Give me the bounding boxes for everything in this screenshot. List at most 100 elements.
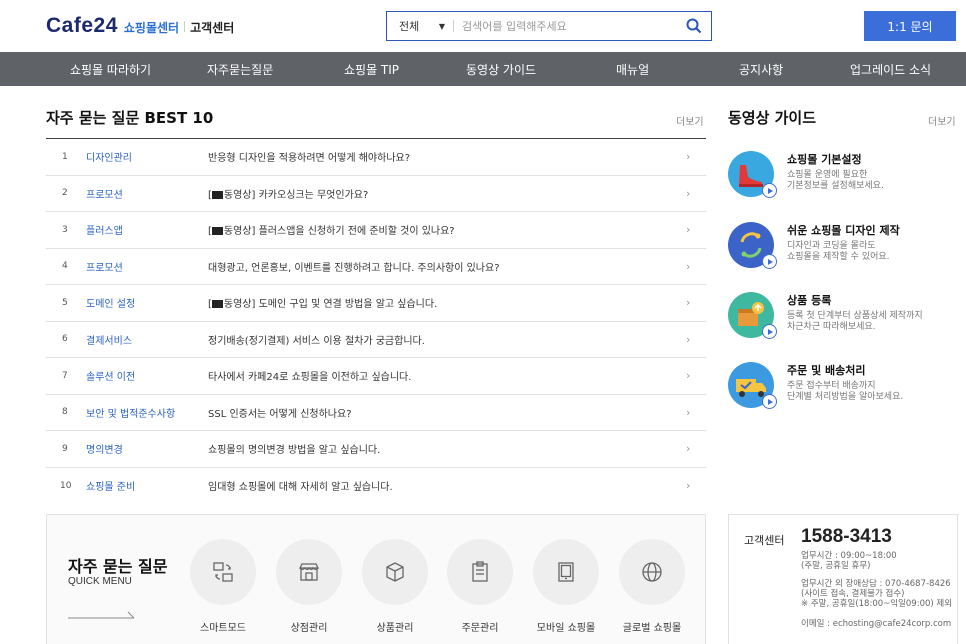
faq-num: 3 (62, 224, 68, 235)
customer-center-phone[interactable]: 1588-3413 (801, 526, 892, 548)
faq-question-text: 플러스앱을 신청하기 전에 준비할 것이 있나요? (255, 226, 455, 238)
nav-item-notice[interactable]: 공지사항 (739, 52, 783, 86)
faq-question-text: 타사에서 카페24로 쇼핑몰을 이전하고 싶습니다. (208, 372, 412, 384)
chevron-right-icon: › (686, 332, 691, 346)
globe-icon (619, 539, 685, 605)
faq-question[interactable]: SSL 인증서는 어떻게 신청하나요? (208, 405, 686, 420)
faq-row[interactable]: 9 명의변경 쇼핑몰의 명의변경 방법을 알고 싶습니다. › (46, 431, 706, 468)
video-guide-item[interactable]: 주문 및 배송처리 주문 접수부터 배송까지 단계별 처리방법을 알아보세요. (728, 362, 958, 422)
cc-hours: 업무시간 : 09:00~18:00 (801, 551, 897, 561)
faq-question[interactable]: 임대형 쇼핑몰에 대해 자세히 알고 싶습니다. (208, 478, 686, 493)
nav-item-manual[interactable]: 매뉴얼 (616, 52, 649, 86)
quick-menu-item-store[interactable]: 상점관리 (273, 539, 345, 634)
faq-question[interactable]: 쇼핑몰의 명의변경 방법을 알고 싶습니다. (208, 441, 686, 456)
nav-item-faq[interactable]: 자주묻는질문 (207, 52, 273, 86)
faq-category[interactable]: 프로모션 (86, 259, 208, 274)
faq-prefix: 동영상] (223, 189, 256, 201)
faq-num: 7 (62, 370, 68, 381)
faq-row[interactable]: 6 결제서비스 정기배송(정기결제) 서비스 이용 절차가 궁금합니다. › (46, 322, 706, 358)
faq-row[interactable]: 7 솔루션 이전 타사에서 카페24로 쇼핑몰을 이전하고 싶습니다. › (46, 358, 706, 395)
video-guide-item[interactable]: 쇼핑몰 기본설정 쇼핑몰 운영에 필요한 기본정보를 설정해보세요. (728, 151, 958, 211)
faq-row[interactable]: 2 프로모션 [동영상] 카카오싱크는 무엇인가요? › (46, 176, 706, 212)
play-icon[interactable] (762, 183, 777, 198)
faq-question-text: 반응형 디자인을 적용하려면 어떻게 해야하나요? (208, 153, 411, 165)
cc-after-hours-note: (사이트 접속, 결제불가 접수) (801, 589, 905, 599)
logo-divider (184, 21, 186, 32)
clapper-icon (211, 227, 223, 236)
faq-row[interactable]: 8 보안 및 법적준수사항 SSL 인증서는 어떻게 신청하나요? › (46, 395, 706, 431)
quick-menu-label: 글로벌 쇼핑몰 (622, 623, 682, 634)
logo-sub2[interactable]: 고객센터 (190, 19, 234, 36)
chevron-right-icon: › (686, 405, 691, 419)
faq-category[interactable]: 플러스앱 (86, 222, 208, 237)
one-to-one-inquiry-button[interactable]: 1:1 문의 (864, 11, 956, 41)
quick-menu-item-mobile[interactable]: 모바일 쇼핑몰 (530, 539, 602, 634)
faq-num: 10 (60, 480, 72, 491)
faq-category[interactable]: 쇼핑몰 준비 (86, 478, 208, 493)
faq-category[interactable]: 프로모션 (86, 186, 208, 201)
faq-row[interactable]: 4 프로모션 대형광고, 언론홍보, 이벤트를 진행하려고 합니다. 주의사항이… (46, 249, 706, 285)
clipboard-icon (447, 539, 513, 605)
faq-question[interactable]: 반응형 디자인을 적용하려면 어떻게 해야하나요? (208, 149, 686, 164)
play-icon[interactable] (762, 394, 777, 409)
logo-sub[interactable]: 쇼핑몰센터 (124, 19, 179, 36)
search-input[interactable] (454, 19, 677, 33)
video-guide-desc-line: 주문 접수부터 배송까지 (787, 381, 876, 391)
box-icon (362, 539, 428, 605)
video-guide-desc-line: 쇼핑몰 운영에 필요한 (787, 170, 868, 180)
faq-question[interactable]: [동영상] 카카오싱크는 무엇인가요? (208, 186, 686, 201)
quick-menu-item-order[interactable]: 주문관리 (444, 539, 516, 634)
cc-email[interactable]: 이메일 : echosting@cafe24corp.com (801, 619, 951, 629)
faq-prefix: 동영상] (223, 226, 256, 238)
faq-row[interactable]: 10 쇼핑몰 준비 임대형 쇼핑몰에 대해 자세히 알고 싶습니다. › (46, 468, 706, 505)
nav-item-video[interactable]: 동영상 가이드 (466, 52, 536, 86)
play-icon[interactable] (762, 324, 777, 339)
faq-question-text: 임대형 쇼핑몰에 대해 자세히 알고 싶습니다. (208, 482, 393, 494)
cc-hours-note: (주말, 공휴일 휴무) (801, 561, 871, 571)
faq-category[interactable]: 디자인관리 (86, 149, 208, 164)
video-guide-item[interactable]: 상품 등록 등록 첫 단계부터 상품상세 제작까지 차근차근 따라해보세요. (728, 292, 958, 352)
faq-category[interactable]: 결제서비스 (86, 332, 208, 347)
faq-question-text: 도메인 구입 및 연결 방법을 알고 싶습니다. (255, 299, 438, 311)
quick-menu-label: 상점관리 (290, 623, 328, 634)
play-icon[interactable] (762, 254, 777, 269)
faq-question[interactable]: [동영상] 플러스앱을 신청하기 전에 준비할 것이 있나요? (208, 222, 686, 237)
faq-question[interactable]: 정기배송(정기결제) 서비스 이용 절차가 궁금합니다. (208, 332, 686, 347)
faq-question-text: SSL 인증서는 어떻게 신청하나요? (208, 408, 352, 420)
nav-item-tip[interactable]: 쇼핑몰 TIP (344, 52, 399, 86)
faq-row[interactable]: 1 디자인관리 반응형 디자인을 적용하려면 어떻게 해야하나요? › (46, 139, 706, 176)
search-category-value: 전체 (399, 20, 420, 33)
quick-menu: 자주 묻는 질문 QUICK MENU 스마트모드 상점관리 상품관리 주문관리… (46, 514, 706, 644)
quick-menu-label: 주문관리 (461, 623, 499, 634)
video-guide-item[interactable]: 쉬운 쇼핑몰 디자인 제작 디자인과 코딩을 몰라도 쇼핑몰을 제작할 수 있어요… (728, 222, 958, 282)
customer-center: 고객센터 1588-3413 업무시간 : 09:00~18:00 (주말, 공… (728, 514, 958, 644)
quick-menu-title: 자주 묻는 질문 (68, 557, 168, 576)
faq-row[interactable]: 5 도메인 설정 [동영상] 도메인 구입 및 연결 방법을 알고 싶습니다. … (46, 285, 706, 322)
search-button[interactable] (677, 12, 711, 40)
quick-menu-item-smart-mode[interactable]: 스마트모드 (187, 539, 259, 634)
video-guide-more-link[interactable]: 더보기 (928, 113, 956, 128)
arrow-right-icon (68, 611, 135, 619)
faq-list: 1 디자인관리 반응형 디자인을 적용하려면 어떻게 해야하나요? › 2 프로… (46, 138, 706, 504)
faq-more-link[interactable]: 더보기 (676, 113, 704, 128)
faq-row[interactable]: 3 플러스앱 [동영상] 플러스앱을 신청하기 전에 준비할 것이 있나요? › (46, 212, 706, 249)
faq-category[interactable]: 보안 및 법적준수사항 (86, 405, 208, 420)
quick-menu-item-product[interactable]: 상품관리 (359, 539, 431, 634)
nav-item-follow[interactable]: 쇼핑몰 따라하기 (70, 52, 151, 86)
video-guide-desc: 등록 첫 단계부터 상품상세 제작까지 차근차근 따라해보세요. (787, 311, 957, 333)
faq-num: 6 (62, 334, 68, 345)
tablet-icon (533, 539, 599, 605)
quick-menu-label: 스마트모드 (200, 623, 246, 634)
faq-question[interactable]: [동영상] 도메인 구입 및 연결 방법을 알고 싶습니다. (208, 295, 686, 310)
search-category-select[interactable]: 전체 ▼ (387, 18, 453, 34)
faq-question-text: 정기배송(정기결제) 서비스 이용 절차가 궁금합니다. (208, 335, 425, 347)
faq-category[interactable]: 솔루션 이전 (86, 368, 208, 383)
faq-category[interactable]: 도메인 설정 (86, 295, 208, 310)
faq-question[interactable]: 타사에서 카페24로 쇼핑몰을 이전하고 싶습니다. (208, 368, 686, 383)
quick-menu-item-global[interactable]: 글로벌 쇼핑몰 (616, 539, 688, 634)
faq-question[interactable]: 대형광고, 언론홍보, 이벤트를 진행하려고 합니다. 주의사항이 있나요? (208, 259, 686, 274)
logo[interactable]: Cafe24 쇼핑몰센터 고객센터 (46, 14, 234, 38)
nav-item-upgrade[interactable]: 업그레이드 소식 (850, 52, 931, 86)
search-bar: 전체 ▼ (386, 11, 712, 41)
faq-category[interactable]: 명의변경 (86, 441, 208, 456)
